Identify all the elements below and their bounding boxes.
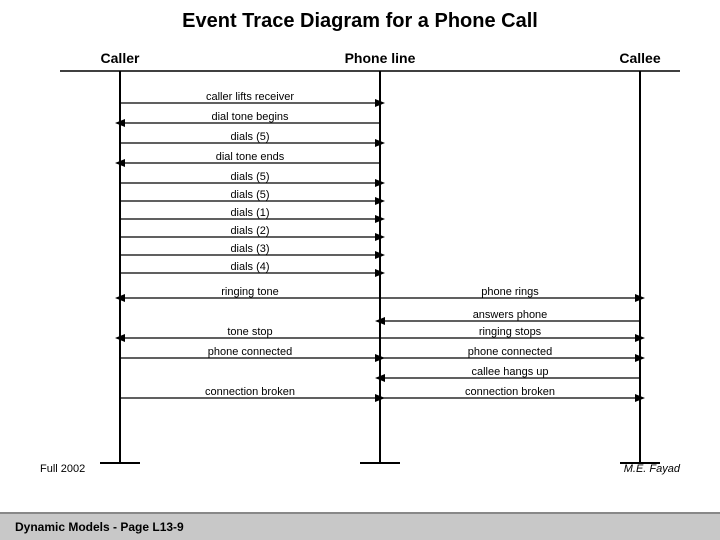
footer-bar: Dynamic Models - Page L13-9 [0,512,720,540]
svg-text:dial tone begins: dial tone begins [211,111,289,123]
svg-text:Phone line: Phone line [345,50,416,66]
svg-text:Callee: Callee [619,50,660,66]
svg-text:dials (5): dials (5) [230,171,269,183]
footer-center: Dynamic Models - Page L13-9 [15,520,184,534]
svg-text:Caller: Caller [101,50,140,66]
svg-text:phone connected: phone connected [208,346,292,358]
svg-text:dial tone ends: dial tone ends [216,151,285,163]
svg-text:caller lifts receiver: caller lifts receiver [206,91,294,103]
footer-left: Full 2002 [40,463,85,475]
footer-right: M.E. Fayad [624,463,680,475]
svg-text:dials (5): dials (5) [230,131,269,143]
main-content: Event Trace Diagram for a Phone Call Cal… [0,0,720,512]
page-title: Event Trace Diagram for a Phone Call [20,10,700,33]
page: Event Trace Diagram for a Phone Call Cal… [0,0,720,540]
svg-text:ringing tone: ringing tone [221,286,279,298]
svg-text:dials (4): dials (4) [230,261,269,273]
svg-text:phone rings: phone rings [481,286,539,298]
svg-text:dials (1): dials (1) [230,207,269,219]
svg-text:connection broken: connection broken [205,386,295,398]
svg-text:tone stop: tone stop [227,326,272,338]
svg-text:dials (3): dials (3) [230,243,269,255]
svg-text:ringing stops: ringing stops [479,326,542,338]
svg-text:answers phone: answers phone [473,309,548,321]
svg-text:connection broken: connection broken [465,386,555,398]
svg-text:dials (5): dials (5) [230,189,269,201]
diagram-area: Caller Phone line Callee caller lifts re… [20,43,700,483]
svg-text:phone connected: phone connected [468,346,552,358]
svg-text:callee hangs up: callee hangs up [471,366,548,378]
svg-text:dials (2): dials (2) [230,225,269,237]
